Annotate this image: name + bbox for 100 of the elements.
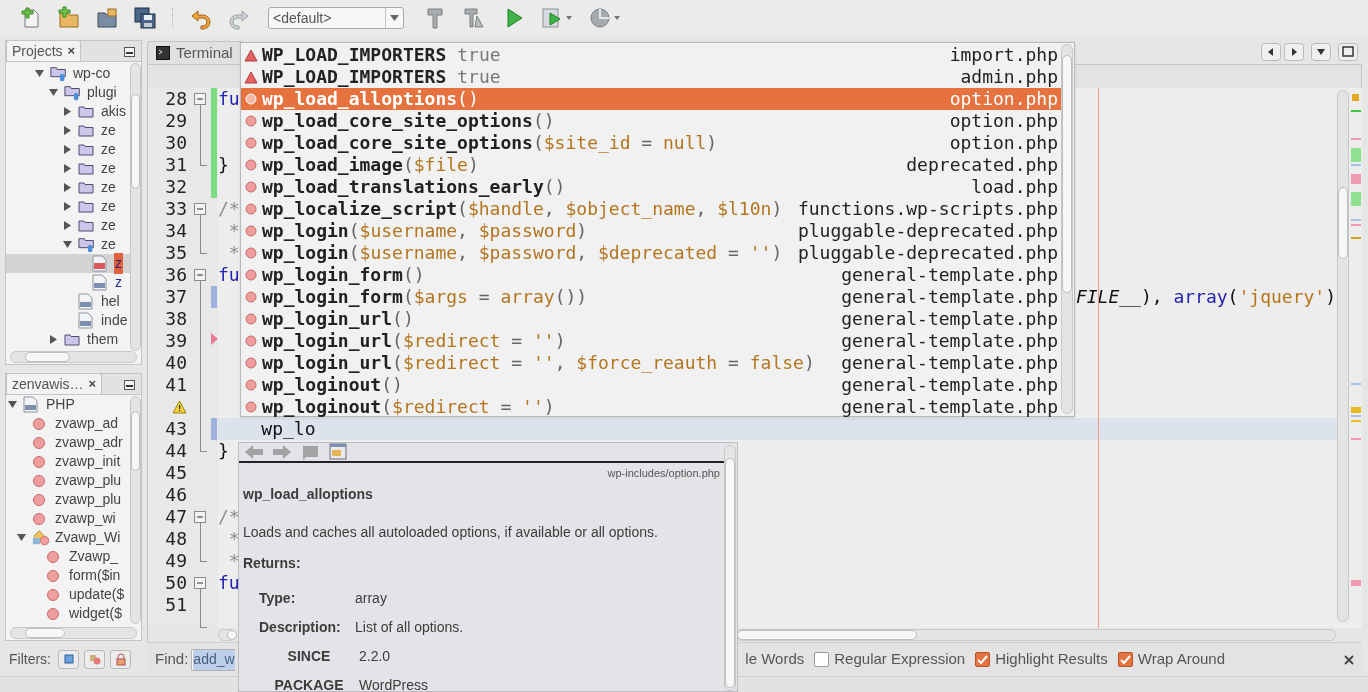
tree-item[interactable]: zvawp_plu xyxy=(6,471,130,490)
debug-icon[interactable] xyxy=(540,6,574,30)
close-button[interactable]: × xyxy=(67,41,76,61)
scroll-left-icon[interactable] xyxy=(1261,43,1281,61)
tree-item[interactable]: Zvawp_ xyxy=(6,547,130,566)
fold-marker-icon[interactable] xyxy=(194,577,206,589)
completion-item[interactable]: wp_load_translations_early() load.php xyxy=(241,176,1061,198)
tree-item[interactable]: z xyxy=(6,273,130,292)
expand-arrow-icon[interactable] xyxy=(63,183,71,192)
scrollbar[interactable] xyxy=(1337,90,1349,622)
fold-marker-icon[interactable] xyxy=(194,511,206,523)
panel-tab[interactable]: Projects × xyxy=(6,40,82,61)
hammer-broom-icon[interactable] xyxy=(462,6,487,30)
close-button[interactable]: × xyxy=(88,374,97,394)
tree-item[interactable]: zvawp_ad xyxy=(6,414,130,433)
static-filter-button[interactable] xyxy=(84,649,105,669)
tree-item[interactable]: PHP xyxy=(6,395,130,414)
expand-arrow-icon[interactable] xyxy=(16,534,26,541)
expand-arrow-icon[interactable] xyxy=(63,221,71,230)
scrollbar[interactable] xyxy=(724,445,736,691)
fold-marker-icon[interactable] xyxy=(194,269,206,281)
tree-item[interactable]: wp-co xyxy=(6,64,130,83)
tree-item[interactable]: them xyxy=(6,330,130,349)
tree-item[interactable]: ze xyxy=(6,235,130,254)
browser-icon[interactable] xyxy=(328,443,348,461)
completion-item[interactable]: wp_login_url($redirect = '') general-template.php xyxy=(241,330,1061,352)
forward-icon[interactable] xyxy=(272,443,292,461)
expand-arrow-icon[interactable] xyxy=(62,241,72,248)
fields-filter-button[interactable] xyxy=(58,649,79,669)
new-project-icon[interactable] xyxy=(57,6,81,30)
tree-item[interactable]: Zvawp_Wi xyxy=(6,528,130,547)
open-project-icon[interactable] xyxy=(95,6,119,30)
tree-item[interactable]: inde xyxy=(6,311,130,330)
minimize-icon[interactable] xyxy=(124,47,135,57)
completion-item[interactable]: wp_loginout() general-template.php xyxy=(241,374,1061,396)
tree-item[interactable]: zvawp_adr xyxy=(6,433,130,452)
tree-item[interactable]: ze xyxy=(6,216,130,235)
find-field[interactable]: add_w xyxy=(191,648,236,671)
completion-item[interactable]: wp_load_core_site_options($site_id = null) option.php xyxy=(241,132,1061,154)
scrollbar[interactable] xyxy=(736,629,1336,641)
completion-item[interactable]: wp_login_url($redirect = '', $force_reauth = false) general-template.php xyxy=(241,352,1061,374)
tree-item[interactable]: zvawp_wi xyxy=(6,509,130,528)
checkbox[interactable] xyxy=(814,652,830,667)
completion-item[interactable]: wp_localize_script($handle, $object_name, $l10n) functions.wp-scripts.php xyxy=(241,198,1061,220)
completion-item[interactable]: WP_LOAD_IMPORTERS true import.php xyxy=(241,44,1061,66)
dropdown-icon[interactable] xyxy=(1311,43,1331,61)
minimize-icon[interactable] xyxy=(124,380,135,390)
tree-item[interactable]: ze xyxy=(6,178,130,197)
completion-item[interactable]: wp_login_form($args = array()) general-template.php xyxy=(241,286,1061,308)
checkbox[interactable] xyxy=(1117,652,1133,667)
tree-item[interactable]: ze xyxy=(6,159,130,178)
scrollbar[interactable] xyxy=(130,63,141,351)
completion-item[interactable]: wp_login_url() general-template.php xyxy=(241,308,1061,330)
expand-arrow-icon[interactable] xyxy=(7,401,17,408)
completion-item[interactable]: wp_login($username, $password, $deprecated = '') pluggable-deprecated.php xyxy=(241,242,1061,264)
tree-item[interactable]: form($in xyxy=(6,566,130,585)
completion-item[interactable]: wp_login_form() general-template.php xyxy=(241,264,1061,286)
close-icon[interactable] xyxy=(1344,654,1354,665)
completion-item[interactable]: wp_load_core_site_options() option.php xyxy=(241,110,1061,132)
tree-item[interactable]: z xyxy=(6,254,130,273)
scrollbar[interactable] xyxy=(1061,44,1073,414)
config-dropdown[interactable]: <default> xyxy=(268,7,404,29)
completion-item[interactable]: wp_loginout($redirect = '') general-template.php xyxy=(241,396,1061,418)
expand-arrow-icon[interactable] xyxy=(34,70,44,77)
tree-item[interactable]: zvawp_init xyxy=(6,452,130,471)
tree-item[interactable]: update($ xyxy=(6,585,130,604)
completion-item[interactable]: wp_load_image($file) deprecated.php xyxy=(241,154,1061,176)
checkbox[interactable] xyxy=(975,652,991,667)
save-all-icon[interactable] xyxy=(133,6,157,30)
warning-icon[interactable] xyxy=(172,400,187,414)
tree-item[interactable]: ze xyxy=(6,121,130,140)
tree-item[interactable]: hel xyxy=(6,292,130,311)
back-icon[interactable] xyxy=(244,443,264,461)
expand-arrow-icon[interactable] xyxy=(63,145,71,154)
fold-marker-icon[interactable] xyxy=(194,93,206,105)
maximize-icon[interactable] xyxy=(1338,43,1358,61)
private-filter-button[interactable] xyxy=(110,649,131,669)
profile-icon[interactable] xyxy=(588,6,622,30)
tree-item[interactable]: plugi xyxy=(6,83,130,102)
expand-arrow-icon[interactable] xyxy=(49,335,57,344)
expand-arrow-icon[interactable] xyxy=(63,126,71,135)
scrollbar[interactable] xyxy=(10,351,137,363)
completion-item[interactable]: wp_login($username, $password) pluggable-deprecated.php xyxy=(241,220,1061,242)
scroll-right-icon[interactable] xyxy=(1284,43,1304,61)
scrollbar[interactable] xyxy=(218,629,236,641)
expand-arrow-icon[interactable] xyxy=(48,89,58,96)
source-icon[interactable] xyxy=(300,443,320,461)
completion-item[interactable]: WP_LOAD_IMPORTERS true admin.php xyxy=(241,66,1061,88)
tree-item[interactable]: akis xyxy=(6,102,130,121)
completion-menu[interactable] xyxy=(240,42,1075,417)
tree-item[interactable]: ze xyxy=(6,197,130,216)
scrollbar[interactable] xyxy=(10,627,137,639)
expand-arrow-icon[interactable] xyxy=(63,164,71,173)
scrollbar[interactable] xyxy=(130,396,141,624)
expand-arrow-icon[interactable] xyxy=(63,202,71,211)
panel-tab[interactable]: zenvawis… × xyxy=(6,373,103,394)
editor-tab[interactable]: Terminal xyxy=(147,41,244,64)
expand-arrow-icon[interactable] xyxy=(63,107,71,116)
tree-item[interactable]: zvawp_plu xyxy=(6,490,130,509)
tree-item[interactable]: widget($ xyxy=(6,604,130,623)
